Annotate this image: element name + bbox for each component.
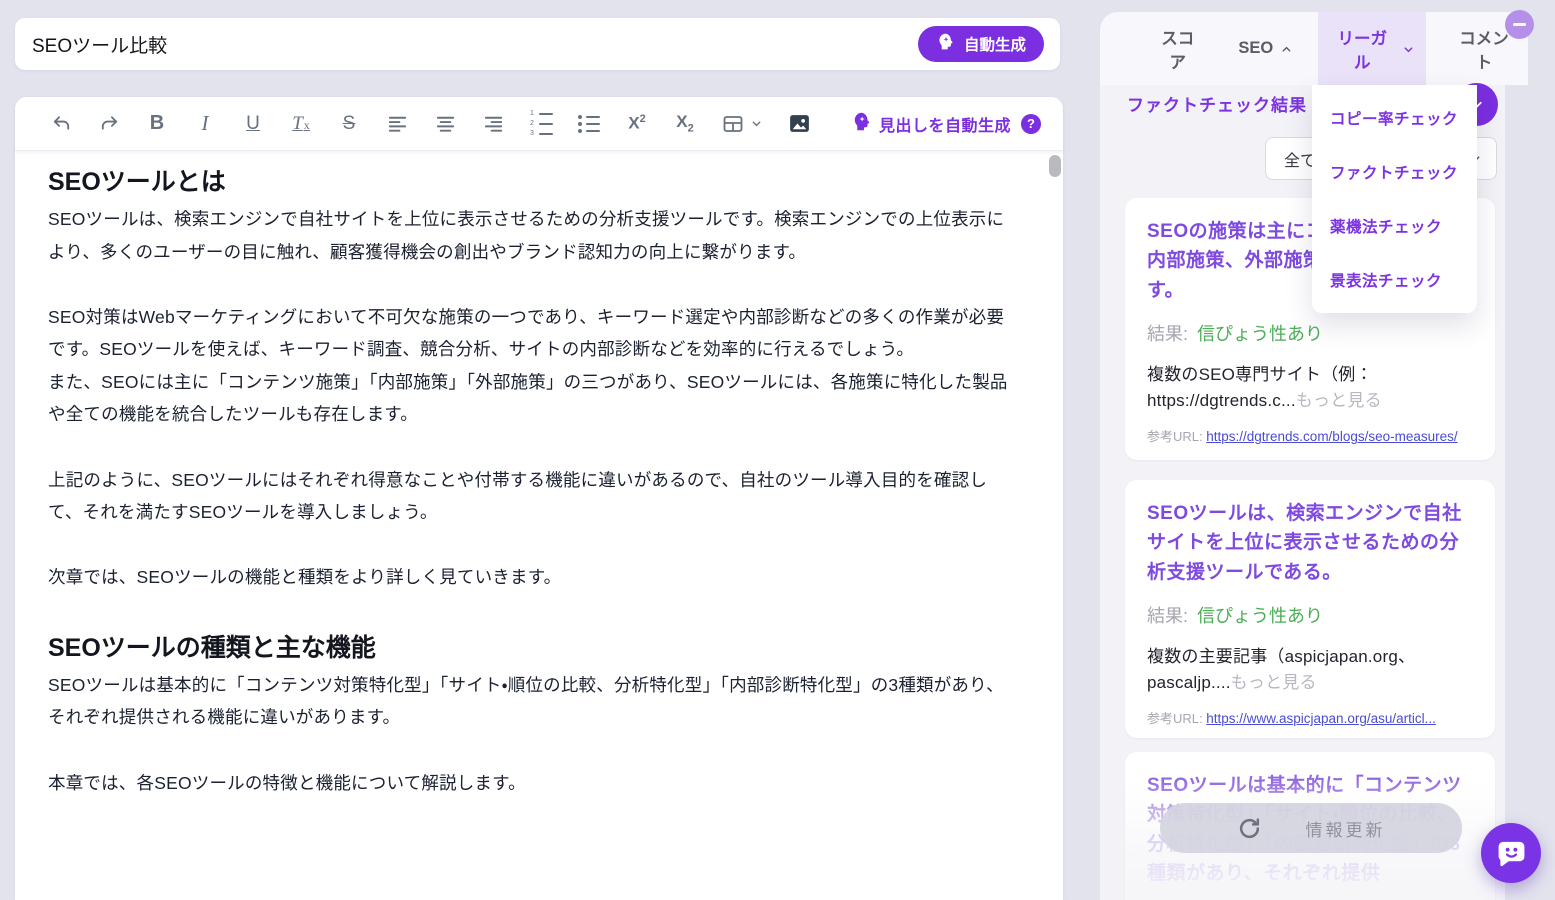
ai-head-icon <box>851 111 872 137</box>
document-title-bar: SEOツール比較 自動生成 <box>15 18 1060 70</box>
reference-row: 参考URL: https://dgtrends.com/blogs/seo-me… <box>1147 426 1473 445</box>
evidence-text: 複数の主要記事（aspicjapan.org、pascaljp....もっと見る <box>1147 644 1473 695</box>
editor-scrollbar[interactable] <box>1049 155 1061 177</box>
claim-text: SEOツールは、検索エンジンで自社サイトを上位に表示させるための分析支援ツールで… <box>1147 499 1473 587</box>
bold-icon: B <box>150 112 164 135</box>
underline-button[interactable]: U <box>229 105 277 143</box>
minus-icon <box>1513 23 1526 26</box>
show-more-link[interactable]: もっと見る <box>1296 391 1382 410</box>
chevron-up-icon <box>1280 43 1293 56</box>
menu-item-fact-check[interactable]: ファクトチェック <box>1312 145 1477 199</box>
bullet-list-button[interactable] <box>565 105 613 143</box>
reference-link[interactable]: https://www.aspicjapan.org/asu/articl... <box>1206 711 1436 726</box>
reference-label: 参考URL: <box>1147 711 1203 726</box>
refresh-info-button[interactable]: 情報更新 <box>1160 803 1462 853</box>
doc-paragraph: 上記のように、SEOツールにはそれぞれ得意なことや付帯する機能に違いがあるので、… <box>48 464 1017 529</box>
doc-paragraph: SEOツールは、検索エンジンで自社サイトを上位に表示させるための分析支援ツールで… <box>48 203 1017 268</box>
doc-heading: SEOツールの種類と主な機能 <box>48 630 1017 666</box>
chat-support-button[interactable] <box>1481 823 1541 883</box>
result-label: 結果: <box>1147 602 1188 628</box>
doc-heading: SEOツールとは <box>48 164 1017 200</box>
bold-button[interactable]: B <box>133 105 181 143</box>
fact-check-heading: ファクトチェック結果 <box>1127 91 1307 116</box>
tab-seo-label: SEO <box>1238 39 1273 58</box>
image-icon <box>787 111 812 136</box>
align-left-icon <box>386 112 409 135</box>
subscript-button[interactable]: X2 <box>661 105 709 143</box>
table-icon <box>721 112 745 136</box>
chevron-down-icon <box>750 117 763 130</box>
generate-headings-button[interactable]: 見出しを自動生成 <box>851 111 1011 137</box>
subscript-icon: X2 <box>676 112 693 134</box>
result-value: 信ぴょう性あり <box>1197 602 1323 628</box>
menu-item-copy-rate-check[interactable]: コピー率チェック <box>1312 91 1477 145</box>
tab-legal[interactable]: リーガル <box>1318 12 1426 85</box>
strikethrough-button[interactable]: S <box>325 105 373 143</box>
tab-score-label: スコア <box>1153 25 1202 73</box>
reference-row: 参考URL: https://www.aspicjapan.org/asu/ar… <box>1147 708 1473 727</box>
undo-button[interactable] <box>37 105 85 143</box>
doc-paragraph: SEOツールは基本的に「コンテンツ対策特化型」「サイト・順位の比較、分析特化型」… <box>48 669 1017 734</box>
ordered-list-button[interactable]: 1 2 3 <box>517 105 565 143</box>
insert-image-button[interactable] <box>775 105 823 143</box>
editor-content[interactable]: SEOツールとは SEOツールは、検索エンジンで自社サイトを上位に表示させるため… <box>15 151 1063 799</box>
underline-icon: U <box>246 113 260 135</box>
align-right-icon <box>482 112 505 135</box>
align-right-button[interactable] <box>469 105 517 143</box>
legal-dropdown-menu: コピー率チェック ファクトチェック 薬機法チェック 景表法チェック <box>1312 85 1477 313</box>
refresh-info-label: 情報更新 <box>1306 816 1386 841</box>
chevron-down-icon <box>1402 43 1415 56</box>
redo-button[interactable] <box>85 105 133 143</box>
superscript-button[interactable]: X2 <box>613 105 661 143</box>
editor-toolbar: B I U Tx S 1 2 3 <box>15 97 1063 151</box>
help-icon[interactable]: ? <box>1021 114 1041 134</box>
side-panel-tabs: スコア SEO リーガル コメント <box>1100 12 1528 85</box>
doc-paragraph: 本章では、各SEOツールの特徴と機能について解説します。 <box>48 767 1017 799</box>
refresh-icon <box>1237 816 1262 841</box>
fact-check-card: SEOツールは、検索エンジンで自社サイトを上位に表示させるための分析支援ツールで… <box>1125 480 1495 738</box>
reference-label: 参考URL: <box>1147 429 1203 444</box>
menu-item-pharma-law-check[interactable]: 薬機法チェック <box>1312 199 1477 253</box>
auto-generate-label: 自動生成 <box>964 33 1026 55</box>
clear-format-button[interactable]: Tx <box>277 105 325 143</box>
auto-generate-button[interactable]: 自動生成 <box>918 26 1044 62</box>
insert-table-button[interactable] <box>709 105 775 143</box>
menu-item-labeling-law-check[interactable]: 景表法チェック <box>1312 253 1477 307</box>
reference-link[interactable]: https://dgtrends.com/blogs/seo-measures/ <box>1206 429 1457 444</box>
bullet-list-icon <box>578 115 600 133</box>
clear-format-icon: Tx <box>292 113 310 135</box>
tab-score[interactable]: スコア <box>1142 12 1213 85</box>
italic-button[interactable]: I <box>181 105 229 143</box>
document-title-input[interactable]: SEOツール比較 <box>32 31 918 58</box>
ordered-list-icon: 1 2 3 <box>529 110 553 137</box>
doc-paragraph: 次章では、SEOツールの機能と種類をより詳しく見ていきます。 <box>48 561 1017 593</box>
doc-paragraph: SEO対策はWebマーケティングにおいて不可欠な施策の一つであり、キーワード選定… <box>48 301 1017 431</box>
minimize-panel-button[interactable] <box>1505 10 1534 39</box>
result-label: 結果: <box>1147 320 1188 346</box>
superscript-icon: X2 <box>628 113 645 134</box>
tab-legal-label: リーガル <box>1329 25 1395 73</box>
editor-card: B I U Tx S 1 2 3 <box>15 97 1063 900</box>
evidence-text: 複数のSEO専門サイト（例：https://dgtrends.c...もっと見る <box>1147 362 1473 413</box>
align-center-button[interactable] <box>421 105 469 143</box>
align-left-button[interactable] <box>373 105 421 143</box>
chat-smiley-icon <box>1496 838 1527 869</box>
align-center-icon <box>434 112 457 135</box>
generate-headings-label: 見出しを自動生成 <box>879 112 1011 136</box>
result-value: 信ぴょう性あり <box>1197 320 1323 346</box>
ai-head-icon <box>936 32 955 56</box>
strikethrough-icon: S <box>343 113 356 135</box>
show-more-link[interactable]: もっと見る <box>1231 673 1317 692</box>
tab-seo[interactable]: SEO <box>1227 12 1304 85</box>
italic-icon: I <box>202 111 209 136</box>
